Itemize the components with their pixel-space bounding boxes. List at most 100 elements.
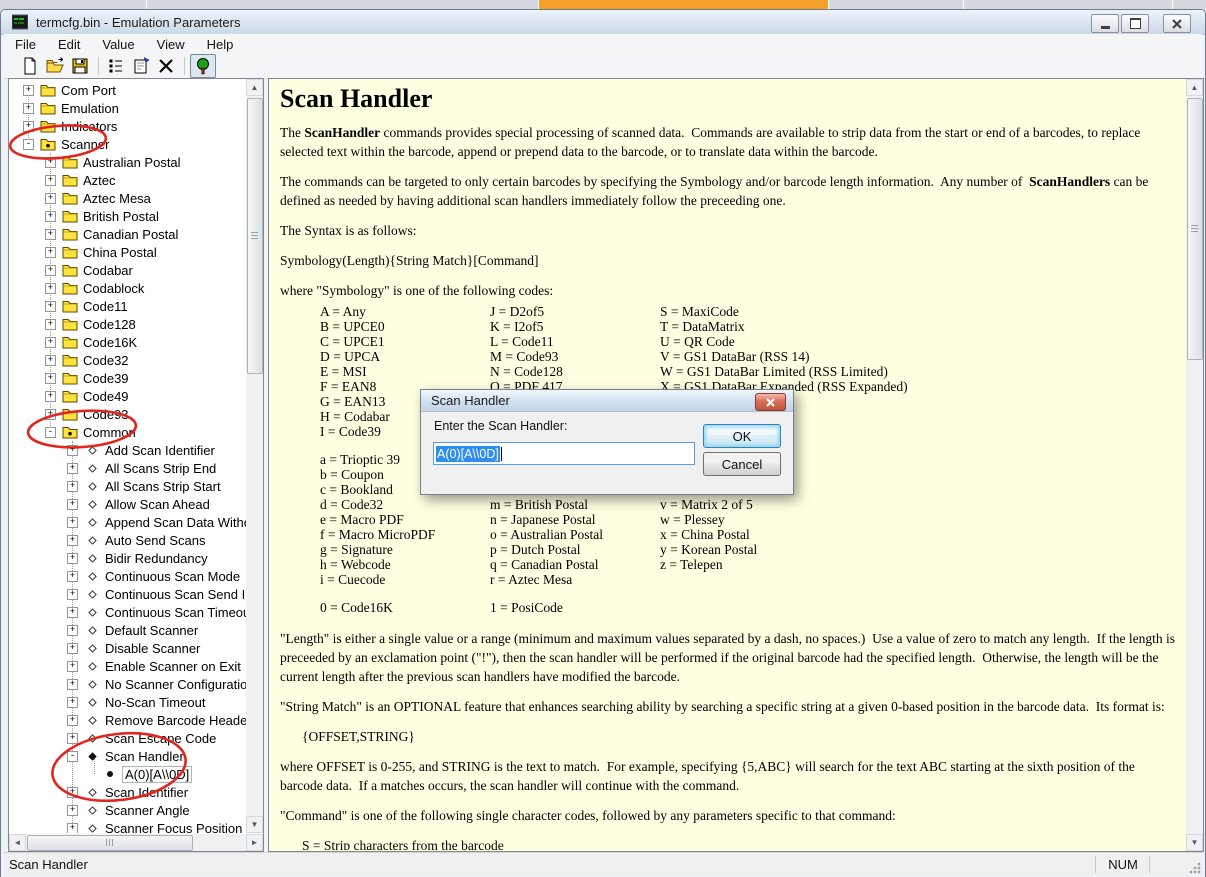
expand-icon[interactable]: + [67, 481, 78, 492]
cancel-button[interactable]: Cancel [703, 452, 781, 476]
expand-icon[interactable]: + [45, 301, 56, 312]
tree-item-label[interactable]: China Postal [83, 245, 157, 260]
tree-item-label[interactable]: Canadian Postal [83, 227, 178, 242]
expand-icon[interactable]: + [67, 697, 78, 708]
tree-item-label[interactable]: Scan Handler [105, 749, 184, 764]
expand-icon[interactable]: + [67, 805, 78, 816]
tree-item-scan-identifier[interactable]: +Scan Identifier [10, 783, 188, 801]
tree-item-label[interactable]: Allow Scan Ahead [105, 497, 210, 512]
tree-item-code39[interactable]: +Code39 [10, 369, 129, 387]
expand-icon[interactable]: + [67, 499, 78, 510]
tree-horizontal-scrollbar[interactable]: ◄ ► [9, 834, 263, 851]
tree-item-british-postal[interactable]: +British Postal [10, 207, 159, 225]
tree-item-append-scan-data-without-c[interactable]: +Append Scan Data Without C [10, 513, 246, 531]
tree-item-label[interactable]: Codabar [83, 263, 133, 278]
tree-item-canadian-postal[interactable]: + Canadian Postal [10, 225, 178, 243]
tree-item-remove-barcode-header[interactable]: +Remove Barcode Header [10, 711, 246, 729]
delete-button[interactable] [154, 55, 178, 77]
tree-item-scan-escape-code[interactable]: +Scan Escape Code [10, 729, 216, 747]
tree-item-common[interactable]: -Common [10, 423, 136, 441]
outline-list-button[interactable] [104, 55, 128, 77]
tree-item-code49[interactable]: +Code49 [10, 387, 129, 405]
tree-item-scanner[interactable]: - Scanner [10, 135, 109, 153]
tree-item-label[interactable]: No-Scan Timeout [105, 695, 205, 710]
expand-icon[interactable]: + [67, 571, 78, 582]
scroll-down-arrow[interactable]: ▼ [246, 816, 263, 833]
expand-icon[interactable]: + [67, 463, 78, 474]
tree-item-label[interactable]: Code39 [83, 371, 129, 386]
tree-item-label[interactable]: Code32 [83, 353, 129, 368]
menu-file[interactable]: File [4, 35, 47, 54]
expand-icon[interactable]: + [67, 445, 78, 456]
tree-item-add-scan-identifier[interactable]: + Add Scan Identifier [10, 441, 215, 459]
collapse-icon[interactable]: - [23, 139, 34, 150]
expand-icon[interactable]: + [45, 265, 56, 276]
expand-icon[interactable]: + [45, 319, 56, 330]
tree-item-label[interactable]: A(0)[A\\0D] [123, 767, 191, 782]
tree-item-label[interactable]: Scanner [61, 137, 109, 152]
menu-view[interactable]: View [146, 35, 196, 54]
tree-item-code16k[interactable]: + Code16K [10, 333, 137, 351]
expand-icon[interactable]: + [45, 283, 56, 294]
tree-item-code32[interactable]: + Code32 [10, 351, 129, 369]
tree-item-label[interactable]: Scanner Angle [105, 803, 190, 818]
scroll-right-arrow[interactable]: ► [246, 834, 263, 851]
expand-icon[interactable]: + [45, 229, 56, 240]
tree-view-toggle-button[interactable] [190, 54, 216, 78]
tree-item-disable-scanner[interactable]: +Disable Scanner [10, 639, 200, 657]
menu-help[interactable]: Help [196, 35, 245, 54]
tree-item-com-port[interactable]: +Com Port [10, 81, 116, 99]
tree-item-label[interactable]: Scan Identifier [105, 785, 188, 800]
scrollbar-thumb[interactable] [27, 835, 193, 851]
ok-button[interactable]: OK [703, 424, 781, 448]
tree-item-auto-send-scans[interactable]: +Auto Send Scans [10, 531, 205, 549]
expand-icon[interactable]: + [45, 193, 56, 204]
expand-icon[interactable]: + [67, 607, 78, 618]
tree-item-codablock[interactable]: +Codablock [10, 279, 144, 297]
tree-item-continuous-scan-mode[interactable]: +Continuous Scan Mode [10, 567, 240, 585]
expand-icon[interactable]: + [23, 103, 34, 114]
open-file-button[interactable] [43, 55, 67, 77]
tree-item-bidir-redundancy[interactable]: +Bidir Redundancy [10, 549, 208, 567]
tree-item-codabar[interactable]: + Codabar [10, 261, 133, 279]
tree-item-label[interactable]: Com Port [61, 83, 116, 98]
tree-item-label[interactable]: Code16K [83, 335, 137, 350]
scrollbar-thumb[interactable] [247, 98, 263, 374]
tree-item-label[interactable]: Australian Postal [83, 155, 181, 170]
tree-item-label[interactable]: All Scans Strip End [105, 461, 216, 476]
properties-button[interactable] [129, 55, 153, 77]
expand-icon[interactable]: + [45, 175, 56, 186]
tree-item-no-scan-timeout[interactable]: + No-Scan Timeout [10, 693, 205, 711]
tree-item-default-scanner[interactable]: +Default Scanner [10, 621, 198, 639]
tree-item-label[interactable]: British Postal [83, 209, 159, 224]
tree-item-scan-handler[interactable]: - Scan Handler [10, 747, 184, 765]
tree-item-indicators[interactable]: +Indicators [10, 117, 117, 135]
tree-item-all-scans-strip-start[interactable]: +All Scans Strip Start [10, 477, 221, 495]
tree-item-code11[interactable]: +Code11 [10, 297, 128, 315]
expand-icon[interactable]: + [45, 337, 56, 348]
tree-item-code93[interactable]: +Code93 [10, 405, 129, 423]
expand-icon[interactable]: + [45, 355, 56, 366]
close-button[interactable] [1163, 14, 1191, 33]
tree-item-enable-scanner-on-exit[interactable]: +Enable Scanner on Exit [10, 657, 241, 675]
titlebar[interactable]: termcfg.bin - Emulation Parameters [1, 10, 1205, 35]
collapse-icon[interactable]: - [67, 751, 78, 762]
tree-item-code128[interactable]: + Code128 [10, 315, 136, 333]
tree-item-allow-scan-ahead[interactable]: + Allow Scan Ahead [10, 495, 210, 513]
tree-item-label[interactable]: Add Scan Identifier [105, 443, 215, 458]
expand-icon[interactable]: + [45, 409, 56, 420]
expand-icon[interactable]: + [45, 157, 56, 168]
save-file-button[interactable] [68, 55, 92, 77]
expand-icon[interactable]: + [45, 391, 56, 402]
tree-item-label[interactable]: Aztec [83, 173, 116, 188]
tree-item-australian-postal[interactable]: + Australian Postal [10, 153, 181, 171]
maximize-button[interactable] [1121, 14, 1149, 33]
expand-icon[interactable]: + [67, 535, 78, 546]
menu-edit[interactable]: Edit [47, 35, 91, 54]
tree-item-label[interactable]: Indicators [61, 119, 117, 134]
tree-item-label[interactable]: Code128 [83, 317, 136, 332]
expand-icon[interactable]: + [67, 643, 78, 654]
collapse-icon[interactable]: - [45, 427, 56, 438]
expand-icon[interactable]: + [67, 553, 78, 564]
tree-item-continuous-scan-send-interva[interactable]: +Continuous Scan Send Interva [10, 585, 246, 603]
